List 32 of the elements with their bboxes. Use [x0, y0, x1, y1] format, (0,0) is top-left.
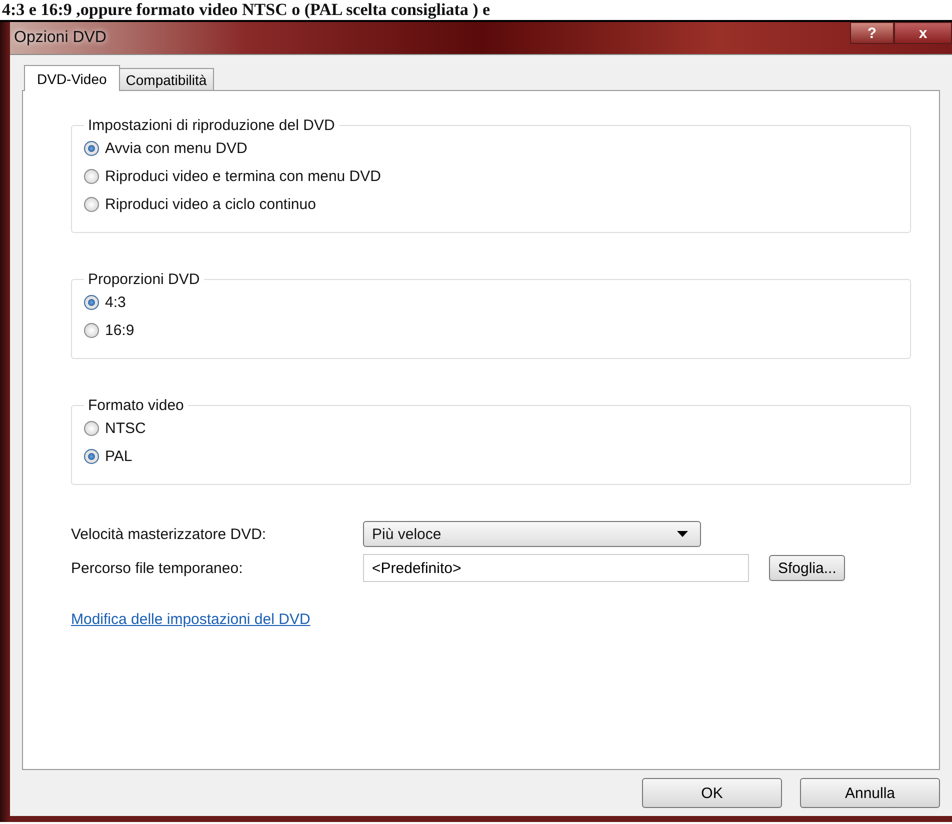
field-label: Velocità masterizzatore DVD: — [71, 526, 268, 542]
tab[interactable]: Compatibilità — [118, 68, 214, 90]
help-button[interactable]: ? — [850, 22, 894, 44]
group-title: Proporzioni DVD — [87, 271, 201, 288]
radio-button[interactable] — [84, 140, 99, 156]
dropdown-arrow-icon — [677, 531, 688, 537]
radio-button[interactable] — [84, 294, 99, 310]
close-button[interactable]: x — [894, 22, 952, 44]
radio-button[interactable] — [84, 196, 99, 212]
radio-button[interactable] — [84, 168, 99, 184]
radio-button[interactable] — [84, 448, 99, 464]
radio-label: Riproduci video a ciclo continuo — [105, 196, 316, 212]
caption-text: 4:3 e 16:9 ,oppure formato video NTSC o (PAL scelta consigliata ) e — [1, 0, 492, 20]
dialog-button[interactable]: Annulla — [800, 778, 940, 808]
path-input-field[interactable]: <Predefinito> — [363, 554, 749, 582]
radio-label: PAL — [105, 448, 132, 464]
group-title: Impostazioni di riproduzione del DVD — [87, 117, 336, 134]
radio-label: Riproduci video e termina con menu DVD — [105, 168, 381, 184]
radio-label: 16:9 — [105, 322, 134, 338]
speed-dropdown[interactable]: Più veloce — [363, 521, 701, 547]
browse-button[interactable]: Sfoglia... — [769, 555, 846, 581]
radio-label: Avvia con menu DVD — [105, 140, 248, 156]
tab[interactable]: DVD-Video — [24, 65, 120, 91]
field-label: Percorso file temporaneo: — [71, 560, 244, 576]
radio-label: NTSC — [105, 420, 146, 436]
radio-button[interactable] — [84, 322, 99, 338]
settings-link[interactable]: Modifica delle impostazioni del DVD — [71, 611, 310, 628]
radio-label: 4:3 — [105, 294, 126, 310]
group-title: Formato video — [87, 397, 185, 414]
radio-button[interactable] — [84, 420, 99, 436]
window-title: Opzioni DVD — [13, 29, 106, 47]
dialog-button[interactable]: OK — [642, 778, 782, 808]
